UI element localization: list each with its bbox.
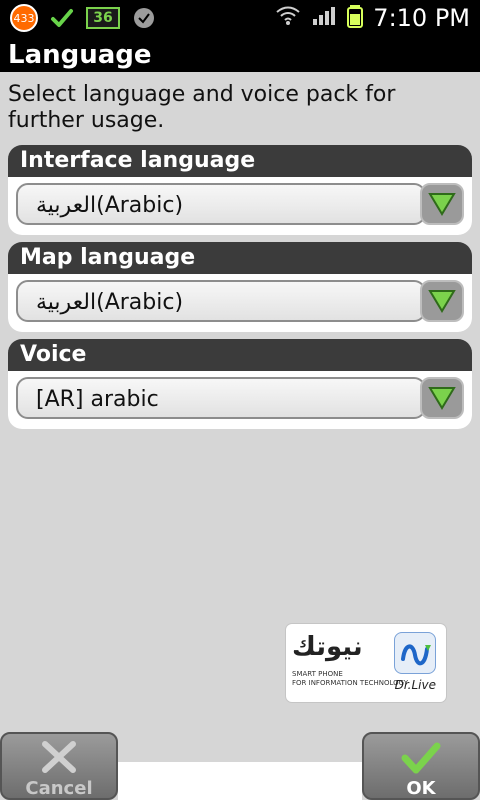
interface-language-label: Interface language bbox=[20, 148, 256, 173]
signal-icon bbox=[311, 5, 337, 31]
map-language-header: Map language bbox=[8, 242, 472, 274]
map-language-value: العربية(Arabic) bbox=[36, 290, 184, 315]
battery-icon bbox=[347, 4, 364, 32]
cancel-icon bbox=[2, 740, 116, 774]
voice-label: Voice bbox=[20, 342, 87, 367]
interface-language-dropdown-button[interactable] bbox=[420, 183, 464, 225]
wifi-icon bbox=[275, 5, 301, 31]
brand-partner: Dr.Live bbox=[394, 678, 436, 692]
brand-tagline-line2: FOR INFORMATION TECHNOLOGY bbox=[292, 679, 409, 687]
voice-header: Voice bbox=[8, 339, 472, 371]
voice-select[interactable]: [AR] arabic bbox=[16, 377, 426, 419]
map-language-select[interactable]: العربية(Arabic) bbox=[16, 280, 426, 322]
interface-language-select[interactable]: العربية(Arabic) bbox=[16, 183, 426, 225]
dropdown-arrow-icon bbox=[428, 387, 456, 410]
interface-language-value: العربية(Arabic) bbox=[36, 193, 184, 218]
checkmark-icon bbox=[364, 740, 478, 776]
status-right: 7:10 PM bbox=[275, 4, 470, 32]
dropdown-arrow-icon bbox=[428, 193, 456, 216]
voice-card: Voice [AR] arabic bbox=[8, 339, 472, 429]
brand-logo-icon bbox=[394, 632, 436, 674]
interface-language-header: Interface language bbox=[8, 145, 472, 177]
brand-tagline: SMART PHONE FOR INFORMATION TECHNOLOGY bbox=[292, 670, 408, 688]
ok-label: OK bbox=[406, 778, 436, 799]
app-notification-icon bbox=[48, 4, 76, 32]
ok-button[interactable]: OK bbox=[362, 732, 480, 800]
map-language-dropdown-button[interactable] bbox=[420, 280, 464, 322]
brand-name: نيوتك bbox=[292, 632, 363, 662]
voice-dropdown-button[interactable] bbox=[420, 377, 464, 419]
brand-tagline-line1: SMART PHONE bbox=[292, 670, 343, 678]
bottom-gap bbox=[118, 762, 362, 800]
page-title: Language bbox=[8, 40, 152, 70]
counter-icon: 36 bbox=[86, 7, 120, 29]
interface-language-card: Interface language العربية(Arabic) bbox=[8, 145, 472, 235]
title-bar: Language bbox=[0, 38, 480, 72]
branding-card: نيوتك SMART PHONE FOR INFORMATION TECHNO… bbox=[286, 624, 446, 702]
status-time: 7:10 PM bbox=[373, 4, 470, 32]
status-left: 433 36 bbox=[10, 4, 158, 32]
voice-value: [AR] arabic bbox=[36, 387, 159, 412]
dropdown-arrow-icon bbox=[428, 290, 456, 313]
cancel-button[interactable]: Cancel bbox=[0, 732, 118, 800]
cancel-label: Cancel bbox=[25, 778, 93, 799]
notification-badge: 433 bbox=[10, 4, 38, 32]
status-bar: 433 36 7:10 PM bbox=[0, 0, 480, 38]
instruction-text: Select language and voice pack for furth… bbox=[8, 82, 396, 133]
map-language-label: Map language bbox=[20, 245, 196, 270]
chat-icon bbox=[130, 4, 158, 32]
map-language-card: Map language العربية(Arabic) bbox=[8, 242, 472, 332]
